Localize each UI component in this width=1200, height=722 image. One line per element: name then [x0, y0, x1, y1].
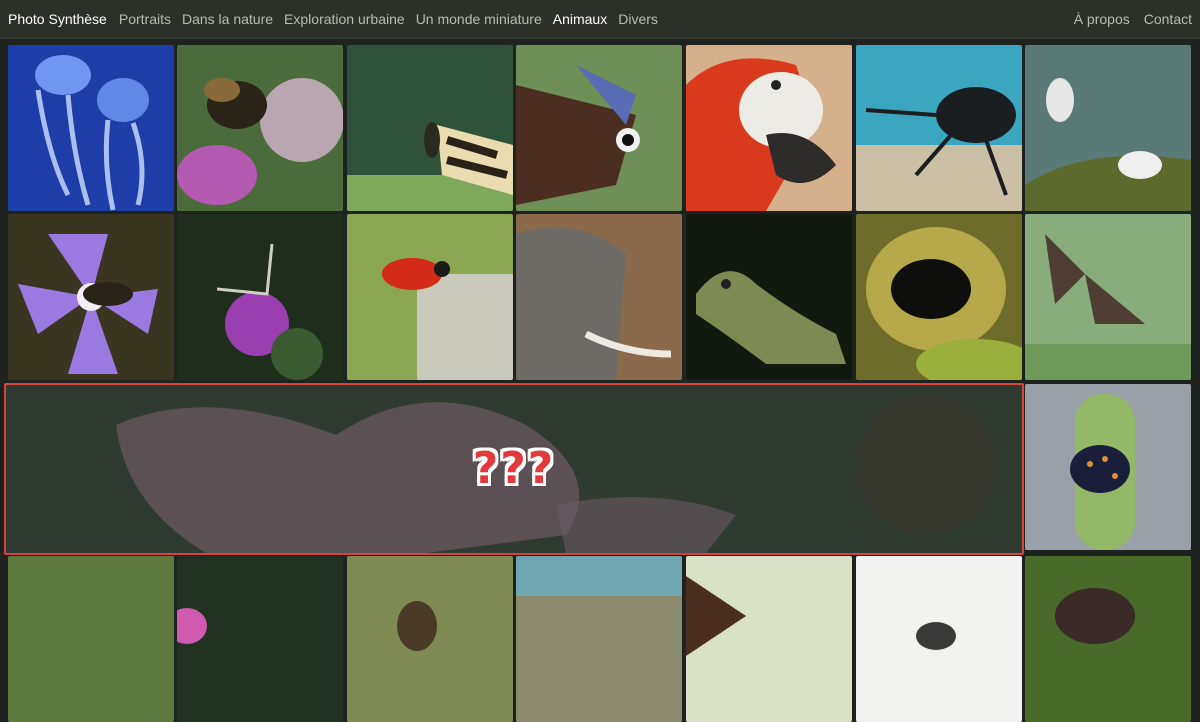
site-brand[interactable]: Photo Synthèse — [8, 11, 107, 27]
photo-row4-4[interactable] — [516, 556, 682, 722]
photo-grid: ??? — [0, 38, 1200, 722]
photo-frog-eye[interactable] — [856, 214, 1022, 380]
nav-right-group: À propos Contact — [1060, 11, 1200, 27]
photo-row4-2[interactable] — [177, 556, 343, 722]
photo-butterfly-dark[interactable] — [516, 45, 682, 211]
mystery-label: ??? — [472, 443, 556, 494]
photo-jellyfish[interactable] — [8, 45, 174, 211]
photo-elephant[interactable] — [516, 214, 682, 380]
photo-row4-6[interactable] — [856, 556, 1022, 722]
nav-link-contact[interactable]: Contact — [1144, 11, 1192, 27]
nav-link-nature[interactable]: Dans la nature — [182, 11, 273, 27]
nav-link-miniature[interactable]: Un monde miniature — [416, 11, 542, 27]
photo-seagulls[interactable] — [1025, 45, 1191, 211]
nav-link-misc[interactable]: Divers — [618, 11, 658, 27]
photo-bee-flower[interactable] — [177, 45, 343, 211]
photo-thistle-butterfly[interactable] — [177, 214, 343, 380]
photo-iguana[interactable] — [686, 214, 852, 380]
photo-speckled-butterfly[interactable] — [1025, 214, 1191, 380]
nav-link-portraits[interactable]: Portraits — [119, 11, 171, 27]
photo-ladybug-stem[interactable] — [1025, 384, 1191, 550]
nav-link-animals[interactable]: Animaux — [553, 11, 607, 27]
photo-row4-5[interactable] — [686, 556, 852, 722]
mystery-photo-box[interactable]: ??? — [4, 383, 1024, 555]
photo-row4-1[interactable] — [8, 556, 174, 722]
nav-link-urban[interactable]: Exploration urbaine — [284, 11, 405, 27]
photo-macaw[interactable] — [686, 45, 852, 211]
photo-bee-violet[interactable] — [8, 214, 174, 380]
photo-row4-7[interactable] — [1025, 556, 1191, 722]
photo-red-beetle[interactable] — [347, 214, 513, 380]
photo-row4-3[interactable] — [347, 556, 513, 722]
photo-beetle[interactable] — [856, 45, 1022, 211]
top-navbar: Photo Synthèse Portraits Dans la nature … — [0, 0, 1200, 39]
photo-butterfly-leaf[interactable] — [347, 45, 513, 211]
nav-link-about[interactable]: À propos — [1074, 11, 1130, 27]
